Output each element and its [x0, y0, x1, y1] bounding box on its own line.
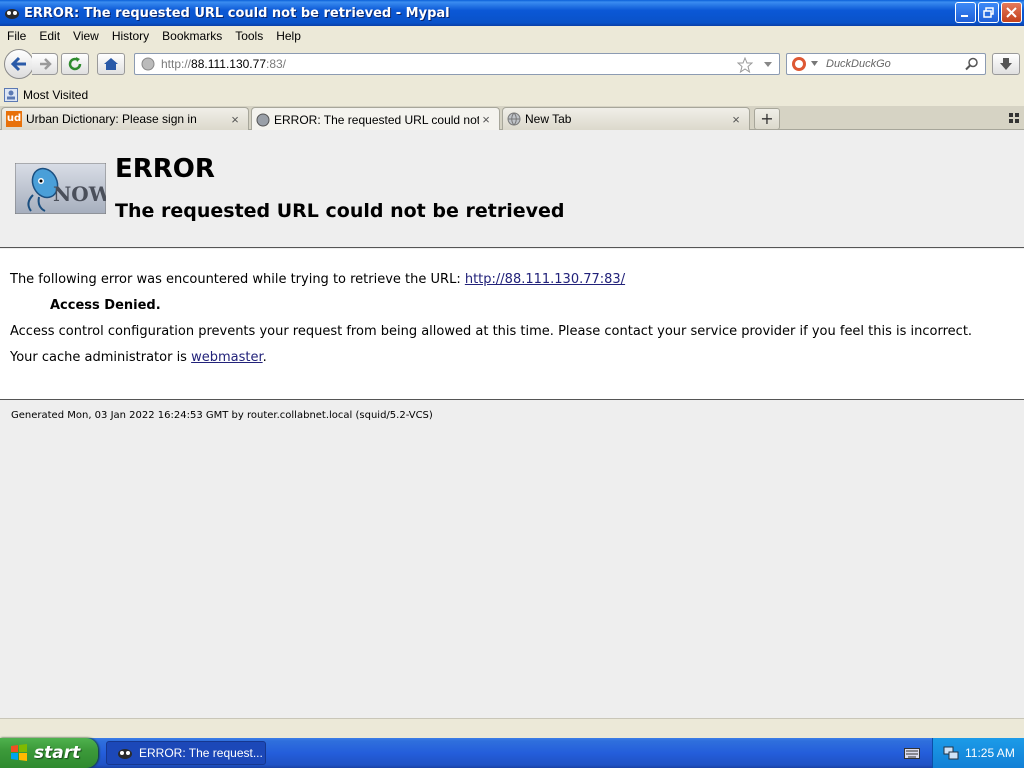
forward-button[interactable]	[32, 53, 58, 75]
generated-footer: Generated Mon, 03 Jan 2022 16:24:53 GMT …	[11, 410, 433, 421]
menu-edit[interactable]: Edit	[32, 29, 66, 43]
tab-close-icon[interactable]: ×	[479, 112, 493, 127]
restore-button[interactable]	[978, 2, 999, 23]
system-tray: 11:25 AM	[932, 738, 1024, 768]
list-all-tabs-icon[interactable]	[1008, 112, 1020, 124]
tab-label: Urban Dictionary: Please sign in	[26, 112, 197, 126]
navigation-toolbar: http://88.111.130.77:83/ DuckDuckGo	[0, 46, 1024, 84]
error-subtitle: The requested URL could not be retrieved	[115, 200, 565, 222]
close-window-button[interactable]	[1001, 2, 1022, 23]
urban-dictionary-icon: ud	[6, 111, 22, 127]
menu-help[interactable]: Help	[269, 29, 307, 43]
window-title: ERROR: The requested URL could not be re…	[24, 5, 450, 21]
tab-error-page[interactable]: ERROR: The requested URL could not be...…	[251, 107, 500, 131]
page-content: NOW ERROR The requested URL could not be…	[0, 130, 1024, 718]
menu-bar: File Edit View History Bookmarks Tools H…	[0, 26, 1024, 46]
forward-arrow-icon	[39, 58, 52, 70]
access-denied-text: Access Denied.	[50, 298, 161, 313]
taskbar-item-browser[interactable]: ERROR: The request...	[106, 741, 266, 765]
start-button[interactable]: start	[0, 738, 98, 768]
logo-text: NOW	[53, 182, 106, 206]
error-intro-text: The following error was encountered whil…	[10, 272, 465, 287]
start-label: start	[34, 743, 81, 763]
back-button[interactable]	[4, 49, 34, 79]
admin-line: Your cache administrator is webmaster.	[10, 350, 267, 365]
requested-url-link[interactable]: http://88.111.130.77:83/	[465, 272, 625, 287]
explanation-text: Access control configuration prevents yo…	[10, 324, 973, 339]
minimize-icon	[961, 15, 968, 17]
clock[interactable]: 11:25 AM	[965, 746, 1015, 760]
most-visited-link[interactable]: Most Visited	[23, 88, 88, 102]
most-visited-icon	[4, 88, 18, 102]
home-icon	[104, 58, 118, 70]
keyboard-icon[interactable]	[904, 746, 920, 760]
menu-bookmarks[interactable]: Bookmarks	[155, 29, 228, 43]
taskbar: start ERROR: The request... 11:25 AM	[0, 738, 1024, 768]
search-engine-dropdown-icon[interactable]	[811, 61, 818, 67]
title-bar[interactable]: ERROR: The requested URL could not be re…	[0, 0, 1024, 26]
download-arrow-icon	[1000, 58, 1012, 70]
url-scheme: http://	[161, 57, 192, 71]
tab-label: New Tab	[525, 112, 572, 126]
admin-suffix-text: .	[262, 350, 267, 365]
home-button[interactable]	[97, 53, 125, 75]
bookmark-star-icon[interactable]	[737, 57, 753, 73]
url-port: :83/	[266, 57, 287, 71]
squid-icon	[256, 113, 270, 126]
search-bar[interactable]: DuckDuckGo	[786, 53, 986, 75]
tab-urban-dictionary[interactable]: ud Urban Dictionary: Please sign in ×	[1, 107, 249, 130]
reload-button[interactable]	[61, 53, 89, 75]
tab-strip: ud Urban Dictionary: Please sign in × ER…	[0, 106, 1024, 131]
menu-tools[interactable]: Tools	[228, 29, 269, 43]
bookmarks-toolbar: Most Visited	[0, 84, 1024, 106]
admin-prefix-text: Your cache administrator is	[10, 350, 192, 365]
menu-view[interactable]: View	[66, 29, 105, 43]
search-icon[interactable]	[965, 57, 979, 71]
menu-history[interactable]: History	[105, 29, 155, 43]
downloads-button[interactable]	[992, 53, 1020, 75]
menu-file[interactable]: File	[0, 29, 32, 43]
plus-icon: +	[760, 109, 774, 128]
tab-close-icon[interactable]: ×	[228, 112, 242, 127]
tab-close-icon[interactable]: ×	[729, 112, 743, 127]
squid-now-logo: NOW	[15, 163, 106, 214]
status-bar	[0, 718, 1024, 738]
close-icon	[1006, 7, 1017, 18]
error-intro-line: The following error was encountered whil…	[10, 272, 625, 287]
tab-new-tab[interactable]: New Tab ×	[502, 107, 750, 130]
globe-icon	[141, 57, 155, 71]
taskbar-item-label: ERROR: The request...	[139, 746, 263, 760]
restore-icon	[983, 7, 994, 18]
network-icon[interactable]	[943, 745, 959, 761]
error-title: ERROR	[115, 154, 215, 184]
url-host: 88.111.130.77	[191, 57, 266, 71]
minimize-button[interactable]	[955, 2, 976, 23]
url-bar[interactable]: http://88.111.130.77:83/	[134, 53, 780, 75]
reload-icon	[68, 57, 82, 71]
error-details: The following error was encountered whil…	[0, 249, 1024, 400]
tab-label: ERROR: The requested URL could not be...	[274, 112, 479, 127]
mypal-app-icon	[118, 749, 132, 759]
chevron-down-icon[interactable]	[763, 61, 773, 69]
search-input[interactable]: DuckDuckGo	[826, 58, 891, 70]
mypal-app-icon	[5, 9, 19, 19]
back-arrow-icon	[10, 56, 26, 72]
duckduckgo-icon	[792, 57, 806, 71]
globe-icon	[507, 112, 521, 126]
error-header: NOW ERROR The requested URL could not be…	[0, 130, 1024, 248]
webmaster-link[interactable]: webmaster	[191, 350, 263, 365]
windows-logo-icon	[11, 744, 27, 761]
new-tab-button[interactable]: +	[754, 108, 780, 130]
